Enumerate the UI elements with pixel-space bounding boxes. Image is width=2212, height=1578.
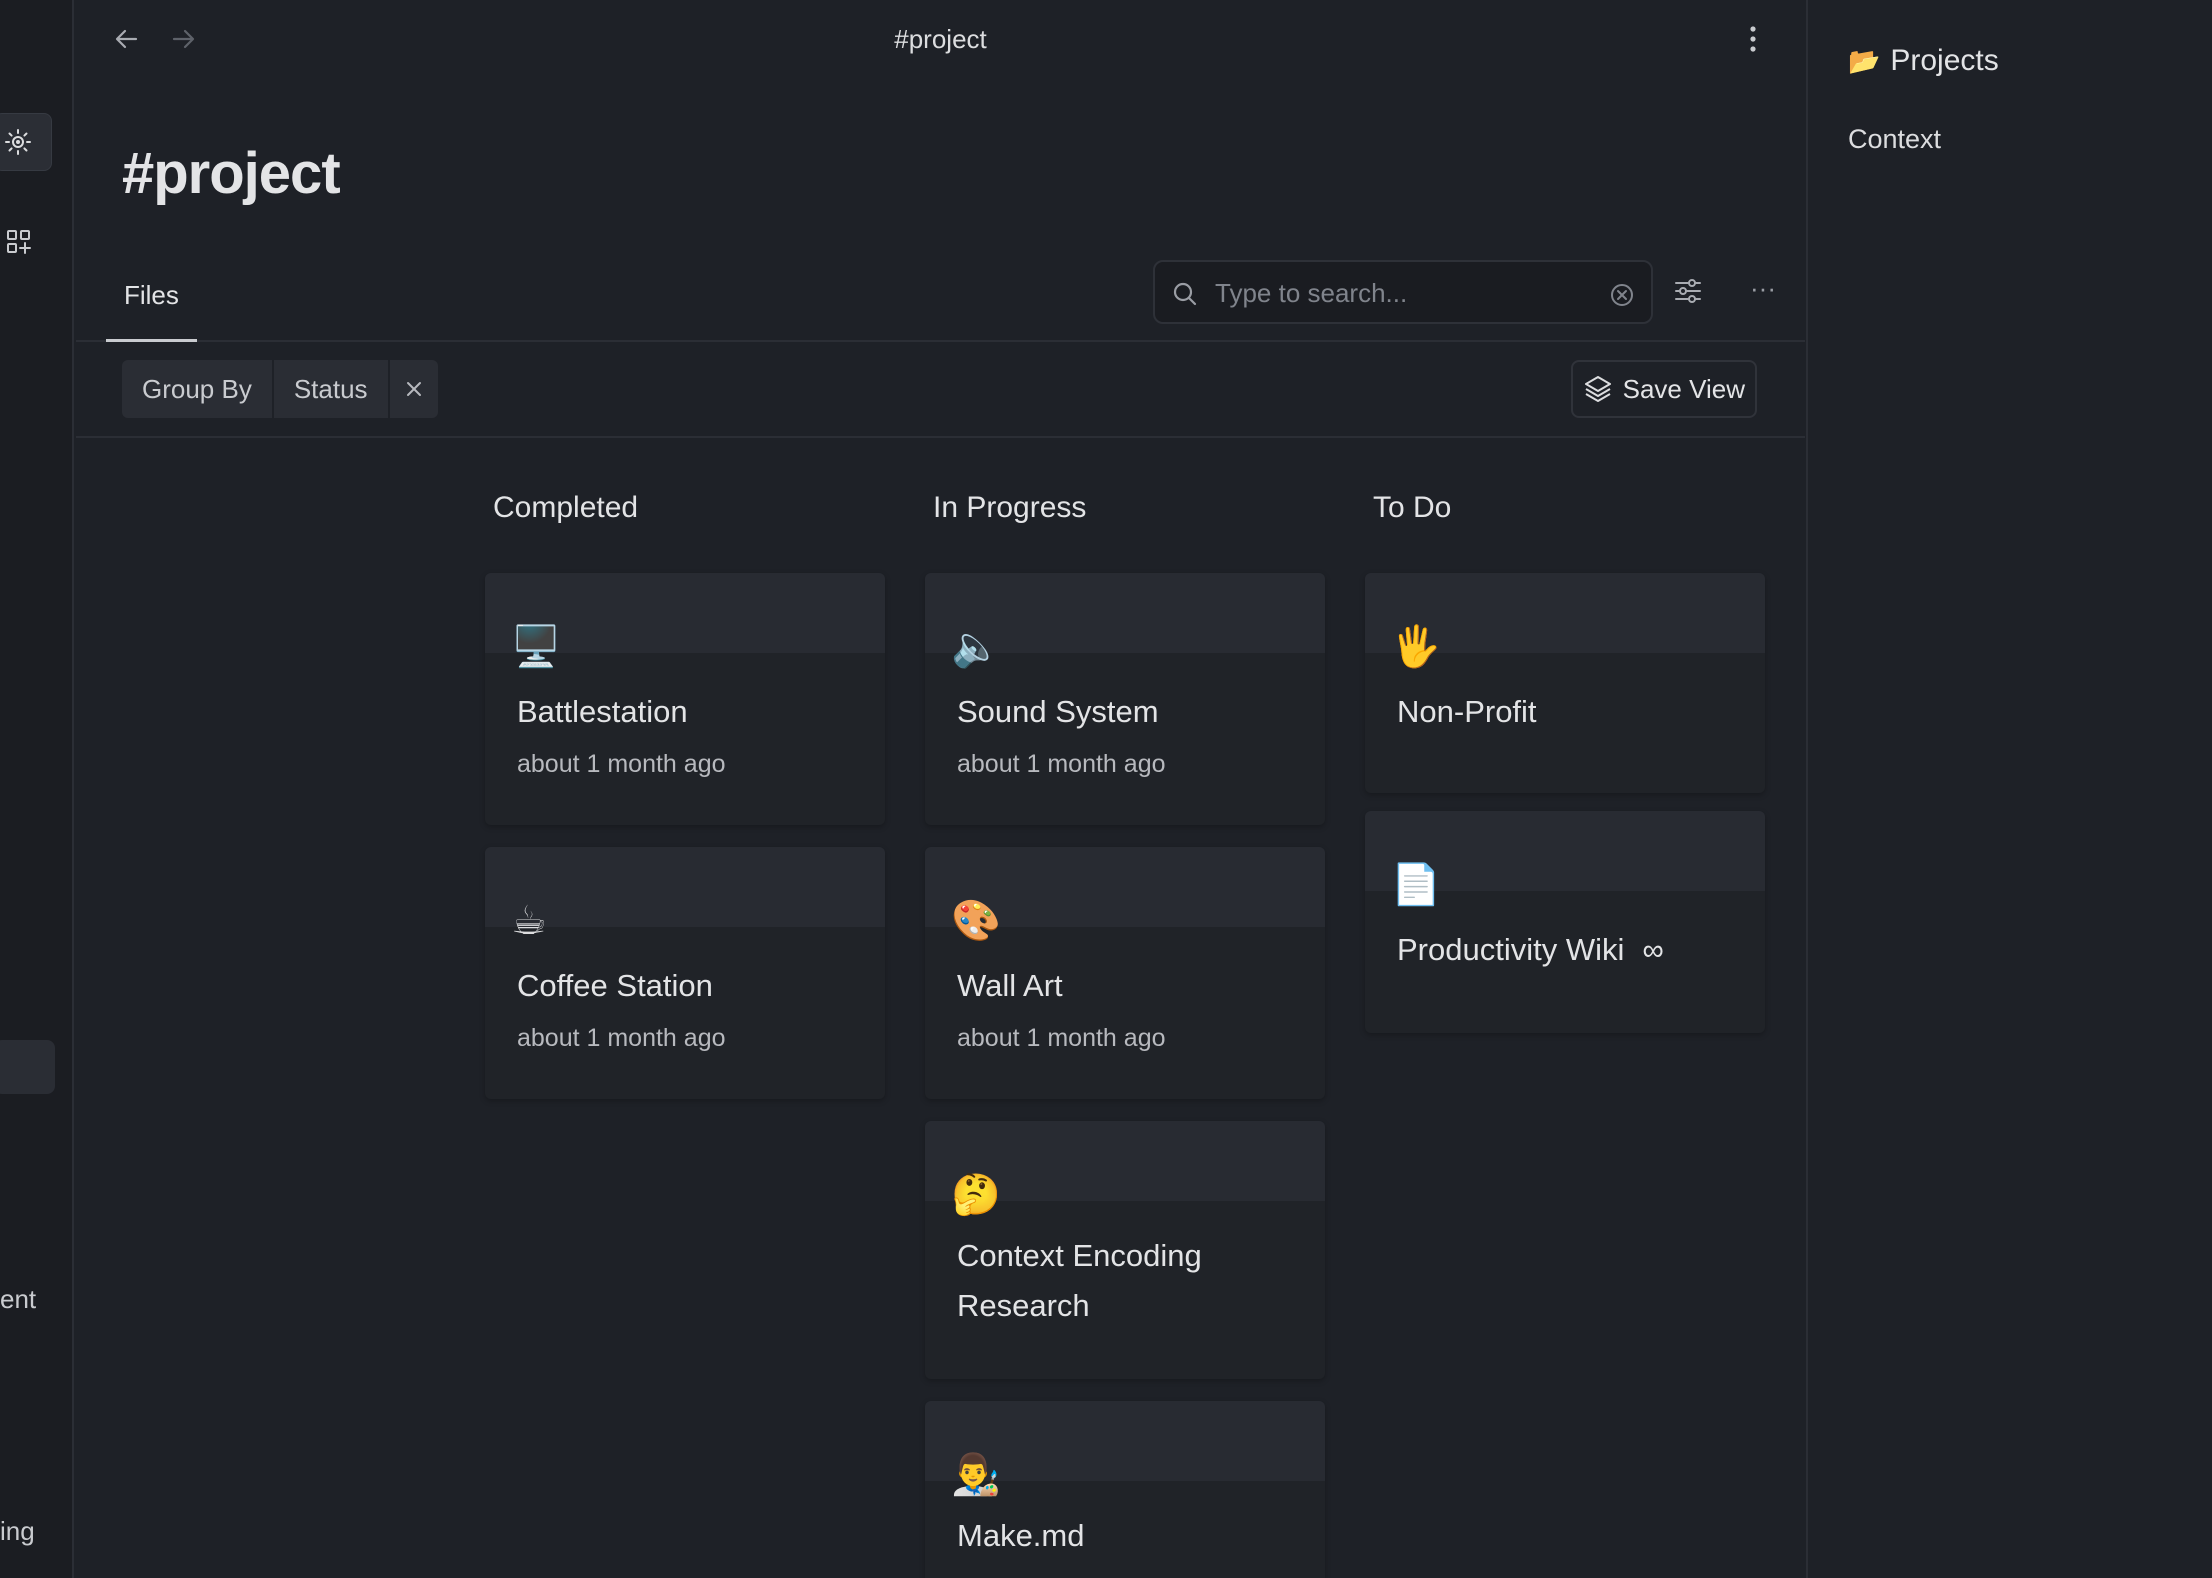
sidebar-header[interactable]: 📂 Projects [1848, 44, 1999, 78]
ribbon-selected-item[interactable] [0, 1040, 55, 1094]
board-card[interactable]: 🤔 Context Encoding Research [925, 1121, 1325, 1379]
card-title: Battlestation [517, 694, 688, 729]
save-view-button[interactable]: Save View [1570, 360, 1757, 418]
card-title-line: Context Encoding [957, 1238, 1202, 1273]
card-subtitle: about 1 month ago [957, 1024, 1166, 1052]
right-sidebar: 📂 Projects Context [1806, 0, 2212, 1578]
sidebar-item-context[interactable]: Context [1848, 124, 1941, 155]
board-card[interactable]: 👨‍🎨 Make.md [925, 1401, 1325, 1578]
document-icon: 📄 [1391, 863, 1441, 907]
vertical-dots-icon [1750, 26, 1756, 52]
close-icon [406, 382, 421, 396]
clear-search-icon[interactable] [1609, 282, 1635, 308]
tab-files[interactable]: Files [106, 258, 197, 342]
raised-hand-icon: 🖐️ [1391, 625, 1441, 669]
board-card[interactable]: 🖥️ Battlestation about 1 month ago [485, 573, 885, 825]
save-view-label: Save View [1622, 373, 1745, 404]
card-subtitle: about 1 month ago [957, 750, 1166, 778]
column-title: Completed [493, 491, 639, 524]
group-by-value[interactable]: Status [271, 360, 388, 418]
card-title: Productivity Wiki [1397, 932, 1625, 967]
ribbon-item-text[interactable]: ent [0, 1284, 36, 1315]
card-title: Coffee Station [517, 968, 713, 1003]
view-header: #project [76, 0, 1805, 78]
add-widget-button[interactable] [0, 213, 52, 271]
board-card[interactable]: 🎨 Wall Art about 1 month ago [925, 847, 1325, 1099]
remove-filter-button[interactable] [387, 360, 438, 418]
group-by-label[interactable]: Group By [122, 360, 272, 418]
more-options-button[interactable] [1741, 22, 1765, 56]
sliders-icon[interactable] [1672, 275, 1704, 307]
link-icon: ∞ [1642, 934, 1664, 967]
view-header-title[interactable]: #project [76, 24, 1805, 55]
coffee-icon: ☕ [511, 899, 547, 943]
search-box [1153, 260, 1653, 324]
card-title: Wall Art [957, 968, 1063, 1003]
card-title: Sound System [957, 694, 1159, 729]
board-card[interactable]: ☕ Coffee Station about 1 month ago [485, 847, 885, 1099]
desktop-computer-icon: 🖥️ [511, 625, 561, 669]
artist-icon: 👨‍🎨 [951, 1453, 1001, 1497]
search-input[interactable] [1215, 272, 1595, 314]
column-title: In Progress [933, 491, 1087, 524]
board-card[interactable]: 🔈 Sound System about 1 month ago [925, 573, 1325, 825]
column-title: To Do [1373, 491, 1452, 524]
group-by-filter: Group By Status [122, 360, 438, 418]
folder-icon: 📂 [1848, 45, 1881, 76]
horizontal-dots-icon[interactable]: ··· [1748, 275, 1778, 308]
card-title-line: Research [957, 1288, 1090, 1323]
card-subtitle: about 1 month ago [517, 1024, 726, 1052]
board-card[interactable]: 📄 Productivity Wiki ∞ [1365, 811, 1765, 1033]
speaker-icon: 🔈 [951, 625, 1001, 669]
ribbon-item-text[interactable]: ing [0, 1516, 35, 1547]
board-card[interactable]: 🖐️ Non-Profit [1365, 573, 1765, 793]
theme-toggle-button[interactable] [0, 113, 52, 171]
left-ribbon: ent ing [0, 0, 74, 1578]
main-pane: #project #project Files Type to search..… [76, 0, 1805, 1578]
sidebar-title: Projects [1890, 44, 1999, 77]
palette-icon: 🎨 [951, 899, 1001, 943]
filters-bar: Group By Status Save View [76, 342, 1805, 438]
card-title-row: Productivity Wiki ∞ [1397, 925, 1664, 976]
card-subtitle: about 1 month ago [517, 750, 726, 778]
card-title: Make.md [957, 1518, 1085, 1553]
thinking-face-icon: 🤔 [951, 1173, 1001, 1217]
layers-icon [1584, 376, 1611, 402]
kanban-board: Completed 🖥️ Battlestation about 1 month… [76, 440, 1805, 1578]
search-icon [1173, 282, 1197, 306]
card-title: Non-Profit [1397, 694, 1537, 729]
sun-icon [5, 129, 31, 155]
page-title: #project [122, 141, 341, 206]
grid-plus-icon [7, 230, 31, 254]
